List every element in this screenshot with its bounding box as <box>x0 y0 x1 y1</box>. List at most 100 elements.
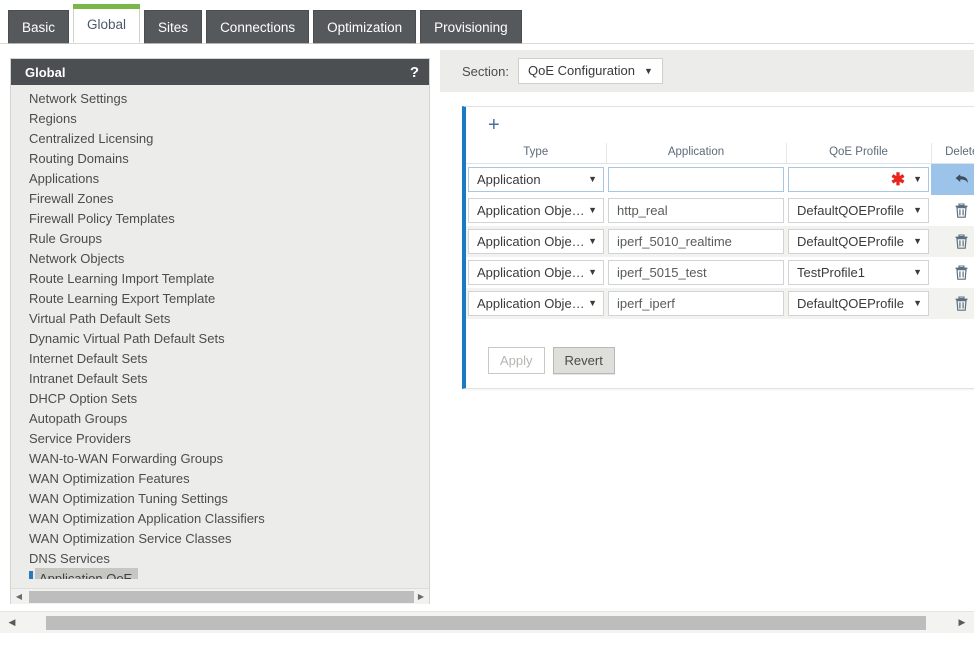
type-dropdown[interactable]: Application Objects ▼ <box>468 260 604 285</box>
application-input[interactable]: http_real <box>608 198 784 223</box>
page-scroll-thumb[interactable] <box>46 615 926 630</box>
scroll-left-arrow-icon[interactable]: ◀ <box>11 589 27 605</box>
sidebar-item-wan-optimization-tuning-settings[interactable]: WAN Optimization Tuning Settings <box>11 489 429 509</box>
sidebar-item-label: Internet Default Sets <box>29 351 148 366</box>
qoe-profile-dropdown[interactable]: DefaultQOEProfile ▼ <box>788 291 929 316</box>
cell-qoe-profile: ✱ ▼ <box>786 163 931 195</box>
sidebar-item-autopath-groups[interactable]: Autopath Groups <box>11 409 429 429</box>
sidebar-item-network-settings[interactable]: Network Settings <box>11 89 429 109</box>
sidebar-item-label: DHCP Option Sets <box>29 391 138 406</box>
chevron-down-icon: ▼ <box>588 174 597 184</box>
chevron-down-icon: ▼ <box>913 298 922 308</box>
sidebar-item-route-learning-import-template[interactable]: Route Learning Import Template <box>11 269 429 289</box>
application-input[interactable]: iperf_5010_realtime <box>608 229 784 254</box>
sidebar-item-internet-default-sets[interactable]: Internet Default Sets <box>11 349 429 369</box>
tab-basic[interactable]: Basic <box>8 10 70 43</box>
revert-button[interactable]: Revert <box>552 347 615 374</box>
trash-icon[interactable] <box>951 262 973 284</box>
sidebar-item-firewall-policy-templates[interactable]: Firewall Policy Templates <box>11 209 429 229</box>
sidebar-item-intranet-default-sets[interactable]: Intranet Default Sets <box>11 369 429 389</box>
column-header-type: Type <box>466 143 607 164</box>
cell-qoe-profile: DefaultQOEProfile ▼ <box>786 288 931 319</box>
sidebar-item-label: Network Objects <box>29 251 125 266</box>
application-input[interactable] <box>608 167 784 192</box>
sidebar-item-applications[interactable]: Applications <box>11 169 429 189</box>
qoe-profile-dropdown[interactable]: DefaultQOEProfile ▼ <box>788 198 929 223</box>
content-area: Global ? Network Settings Regions Centrali… <box>0 44 974 604</box>
sidebar-item-label: Intranet Default Sets <box>29 371 148 386</box>
chevron-down-icon: ▼ <box>913 236 922 246</box>
tab-sites[interactable]: Sites <box>144 10 203 43</box>
application-input[interactable]: iperf_iperf <box>608 291 784 316</box>
page-scroll-track[interactable] <box>24 612 950 634</box>
sidebar-scroll-track[interactable] <box>27 589 414 605</box>
tab-global[interactable]: Global <box>73 4 141 43</box>
sidebar-item-firewall-zones[interactable]: Firewall Zones <box>11 189 429 209</box>
undo-icon[interactable] <box>951 169 973 191</box>
type-dropdown[interactable]: Application ▼ <box>468 167 604 192</box>
column-header-qoe-profile: QoE Profile <box>786 143 932 164</box>
sidebar-item-application-qoe[interactable]: Application QoE <box>11 568 429 579</box>
sidebar-item-label: Routing Domains <box>29 151 129 166</box>
tab-provisioning[interactable]: Provisioning <box>420 10 522 43</box>
plus-icon[interactable]: + <box>488 115 500 135</box>
trash-icon[interactable] <box>951 293 973 315</box>
sidebar-item-wan-optimization-application-classifiers[interactable]: WAN Optimization Application Classifiers <box>11 509 429 529</box>
tab-optimization[interactable]: Optimization <box>313 10 417 43</box>
cell-delete <box>931 226 974 257</box>
sidebar-item-dns-services[interactable]: DNS Services <box>11 549 429 569</box>
sidebar-item-wan-to-wan-forwarding-groups[interactable]: WAN-to-WAN Forwarding Groups <box>11 449 429 469</box>
help-icon[interactable]: ? <box>410 64 419 81</box>
page-scroll-right-arrow-icon[interactable]: ▶ <box>950 612 974 634</box>
sidebar-item-label: WAN Optimization Service Classes <box>29 531 232 546</box>
qoe-profile-value: DefaultQOEProfile <box>797 234 904 249</box>
cell-type: Application Objects ▼ <box>466 257 606 288</box>
application-input[interactable]: iperf_5015_test <box>608 260 784 285</box>
bottom-filler <box>0 633 974 647</box>
page-horizontal-scrollbar[interactable]: ◀ ▶ <box>0 611 974 633</box>
sidebar-item-wan-optimization-service-classes[interactable]: WAN Optimization Service Classes <box>11 529 429 549</box>
sidebar-item-wan-optimization-features[interactable]: WAN Optimization Features <box>11 469 429 489</box>
apply-button[interactable]: Apply <box>488 347 545 374</box>
page-scroll-left-arrow-icon[interactable]: ◀ <box>0 612 24 634</box>
type-value: Application <box>477 172 541 187</box>
sidebar-item-rule-groups[interactable]: Rule Groups <box>11 229 429 249</box>
sidebar-item-label: Firewall Zones <box>29 191 114 206</box>
qoe-profile-dropdown[interactable]: DefaultQOEProfile ▼ <box>788 229 929 254</box>
sidebar-item-dynamic-virtual-path-default-sets[interactable]: Dynamic Virtual Path Default Sets <box>11 329 429 349</box>
sidebar-item-service-providers[interactable]: Service Providers <box>11 429 429 449</box>
sidebar-title: Global <box>25 64 66 80</box>
cell-delete <box>931 163 974 195</box>
tab-label: Basic <box>22 20 56 35</box>
cell-type: Application Objects ▼ <box>466 226 606 257</box>
qoe-profile-dropdown[interactable]: TestProfile1 ▼ <box>788 260 929 285</box>
sidebar-item-network-objects[interactable]: Network Objects <box>11 249 429 269</box>
qoe-profile-dropdown[interactable]: ✱ ▼ <box>788 167 929 192</box>
section-dropdown[interactable]: QoE Configuration ▼ <box>517 58 663 84</box>
sidebar-item-dhcp-option-sets[interactable]: DHCP Option Sets <box>11 389 429 409</box>
sidebar-item-routing-domains[interactable]: Routing Domains <box>11 149 429 169</box>
sidebar-scroll-thumb[interactable] <box>29 590 414 603</box>
sidebar-horizontal-scrollbar[interactable]: ◀ ▶ <box>11 588 429 604</box>
trash-icon-svg <box>955 202 968 218</box>
trash-icon[interactable] <box>951 200 973 222</box>
qoe-rules-table: Type Application QoE Profile Delete Appl… <box>466 143 974 319</box>
cell-application: iperf_iperf <box>606 288 786 319</box>
sidebar-item-regions[interactable]: Regions <box>11 109 429 129</box>
table-header-row: Type Application QoE Profile Delete <box>466 143 974 164</box>
sidebar-item-virtual-path-default-sets[interactable]: Virtual Path Default Sets <box>11 309 429 329</box>
sidebar-item-label: Firewall Policy Templates <box>29 211 175 226</box>
chevron-down-icon: ▼ <box>913 267 922 277</box>
type-dropdown[interactable]: Application Objects ▼ <box>468 229 604 254</box>
sidebar-item-route-learning-export-template[interactable]: Route Learning Export Template <box>11 289 429 309</box>
main-panel: Section: QoE Configuration ▼ + Type Appl… <box>440 44 974 604</box>
type-dropdown[interactable]: Application Objects ▼ <box>468 198 604 223</box>
sidebar-item-centralized-licensing[interactable]: Centralized Licensing <box>11 129 429 149</box>
type-dropdown[interactable]: Application Objects ▼ <box>468 291 604 316</box>
tab-label: Provisioning <box>434 20 508 35</box>
application-window: Basic Global Sites Connections Optimizat… <box>0 0 974 647</box>
tab-connections[interactable]: Connections <box>206 10 310 43</box>
cell-delete <box>931 257 974 288</box>
trash-icon[interactable] <box>951 231 973 253</box>
scroll-right-arrow-icon[interactable]: ▶ <box>413 589 429 605</box>
